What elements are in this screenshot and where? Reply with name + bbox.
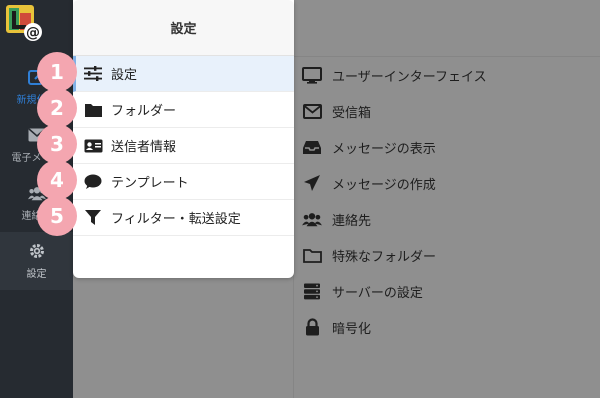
panel-item-label: フォルダー bbox=[111, 104, 177, 119]
panel-item-identities[interactable]: 送信者情報 bbox=[73, 128, 294, 164]
section-item-message-compose[interactable]: メッセージの作成 bbox=[294, 165, 600, 201]
panel-item-label: テンプレート bbox=[111, 176, 189, 191]
panel-title: 設定 bbox=[73, 0, 294, 56]
panel-item-filters[interactable]: フィルター・転送設定 bbox=[73, 200, 294, 236]
server-icon bbox=[302, 282, 322, 300]
section-item-label: ユーザーインターフェイス bbox=[332, 69, 487, 85]
section-item-ui[interactable]: ユーザーインターフェイス bbox=[294, 57, 600, 93]
envelope-icon bbox=[302, 102, 322, 120]
folder-icon bbox=[83, 102, 103, 118]
panel-item-settings[interactable]: 設定 bbox=[73, 56, 294, 92]
paper-plane-icon bbox=[302, 174, 322, 192]
panel-item-templates[interactable]: テンプレート bbox=[73, 164, 294, 200]
section-item-label: 暗号化 bbox=[332, 321, 372, 337]
monitor-icon bbox=[302, 66, 322, 84]
lock-icon bbox=[302, 318, 322, 336]
callout-badge-1: 1 bbox=[37, 52, 77, 92]
panel-item-label: フィルター・転送設定 bbox=[111, 212, 241, 227]
panel-item-label: 設定 bbox=[111, 68, 138, 83]
section-item-contacts[interactable]: 連絡先 bbox=[294, 201, 600, 237]
section-item-label: 特殊なフォルダー bbox=[332, 249, 437, 265]
callout-badge-3: 3 bbox=[37, 124, 77, 164]
section-item-label: サーバーの設定 bbox=[332, 285, 423, 301]
section-item-special-folders[interactable]: 特殊なフォルダー bbox=[294, 237, 600, 273]
panel-item-folders[interactable]: フォルダー bbox=[73, 92, 294, 128]
settings-panel: 設定 設定 フォルダー 送信者情報 テンプレート フィルター・転送設定 bbox=[73, 0, 294, 278]
users-icon bbox=[302, 210, 322, 228]
callout-badge-4: 4 bbox=[37, 160, 77, 200]
inbox-tray-icon bbox=[302, 138, 322, 156]
section-item-message-display[interactable]: メッセージの表示 bbox=[294, 129, 600, 165]
section-item-label: 受信箱 bbox=[332, 105, 372, 121]
settings-section-list: ユーザーインターフェイス 受信箱 メッセージの表示 メッセージの作成 連絡先 特… bbox=[294, 57, 600, 345]
section-item-label: 連絡先 bbox=[332, 213, 372, 229]
app-logo[interactable]: @ bbox=[6, 5, 42, 41]
section-item-inbox[interactable]: 受信箱 bbox=[294, 93, 600, 129]
section-item-server-settings[interactable]: サーバーの設定 bbox=[294, 273, 600, 309]
section-item-encryption[interactable]: 暗号化 bbox=[294, 309, 600, 345]
section-item-label: メッセージの表示 bbox=[332, 141, 436, 157]
callout-badge-5: 5 bbox=[37, 196, 77, 236]
rail-settings-label: 設定 bbox=[26, 268, 47, 280]
panel-item-label: 送信者情報 bbox=[111, 140, 177, 155]
section-item-label: メッセージの作成 bbox=[332, 177, 436, 193]
speech-bubble-icon bbox=[83, 174, 103, 190]
filter-icon bbox=[83, 209, 103, 226]
svg-text:@: @ bbox=[26, 25, 40, 41]
folder-outline-icon bbox=[302, 246, 322, 264]
gear-icon bbox=[28, 243, 46, 259]
callout-badge-2: 2 bbox=[37, 88, 77, 128]
rail-settings[interactable]: 設定 bbox=[0, 232, 73, 290]
sliders-icon bbox=[83, 66, 103, 82]
id-card-icon bbox=[83, 138, 103, 154]
